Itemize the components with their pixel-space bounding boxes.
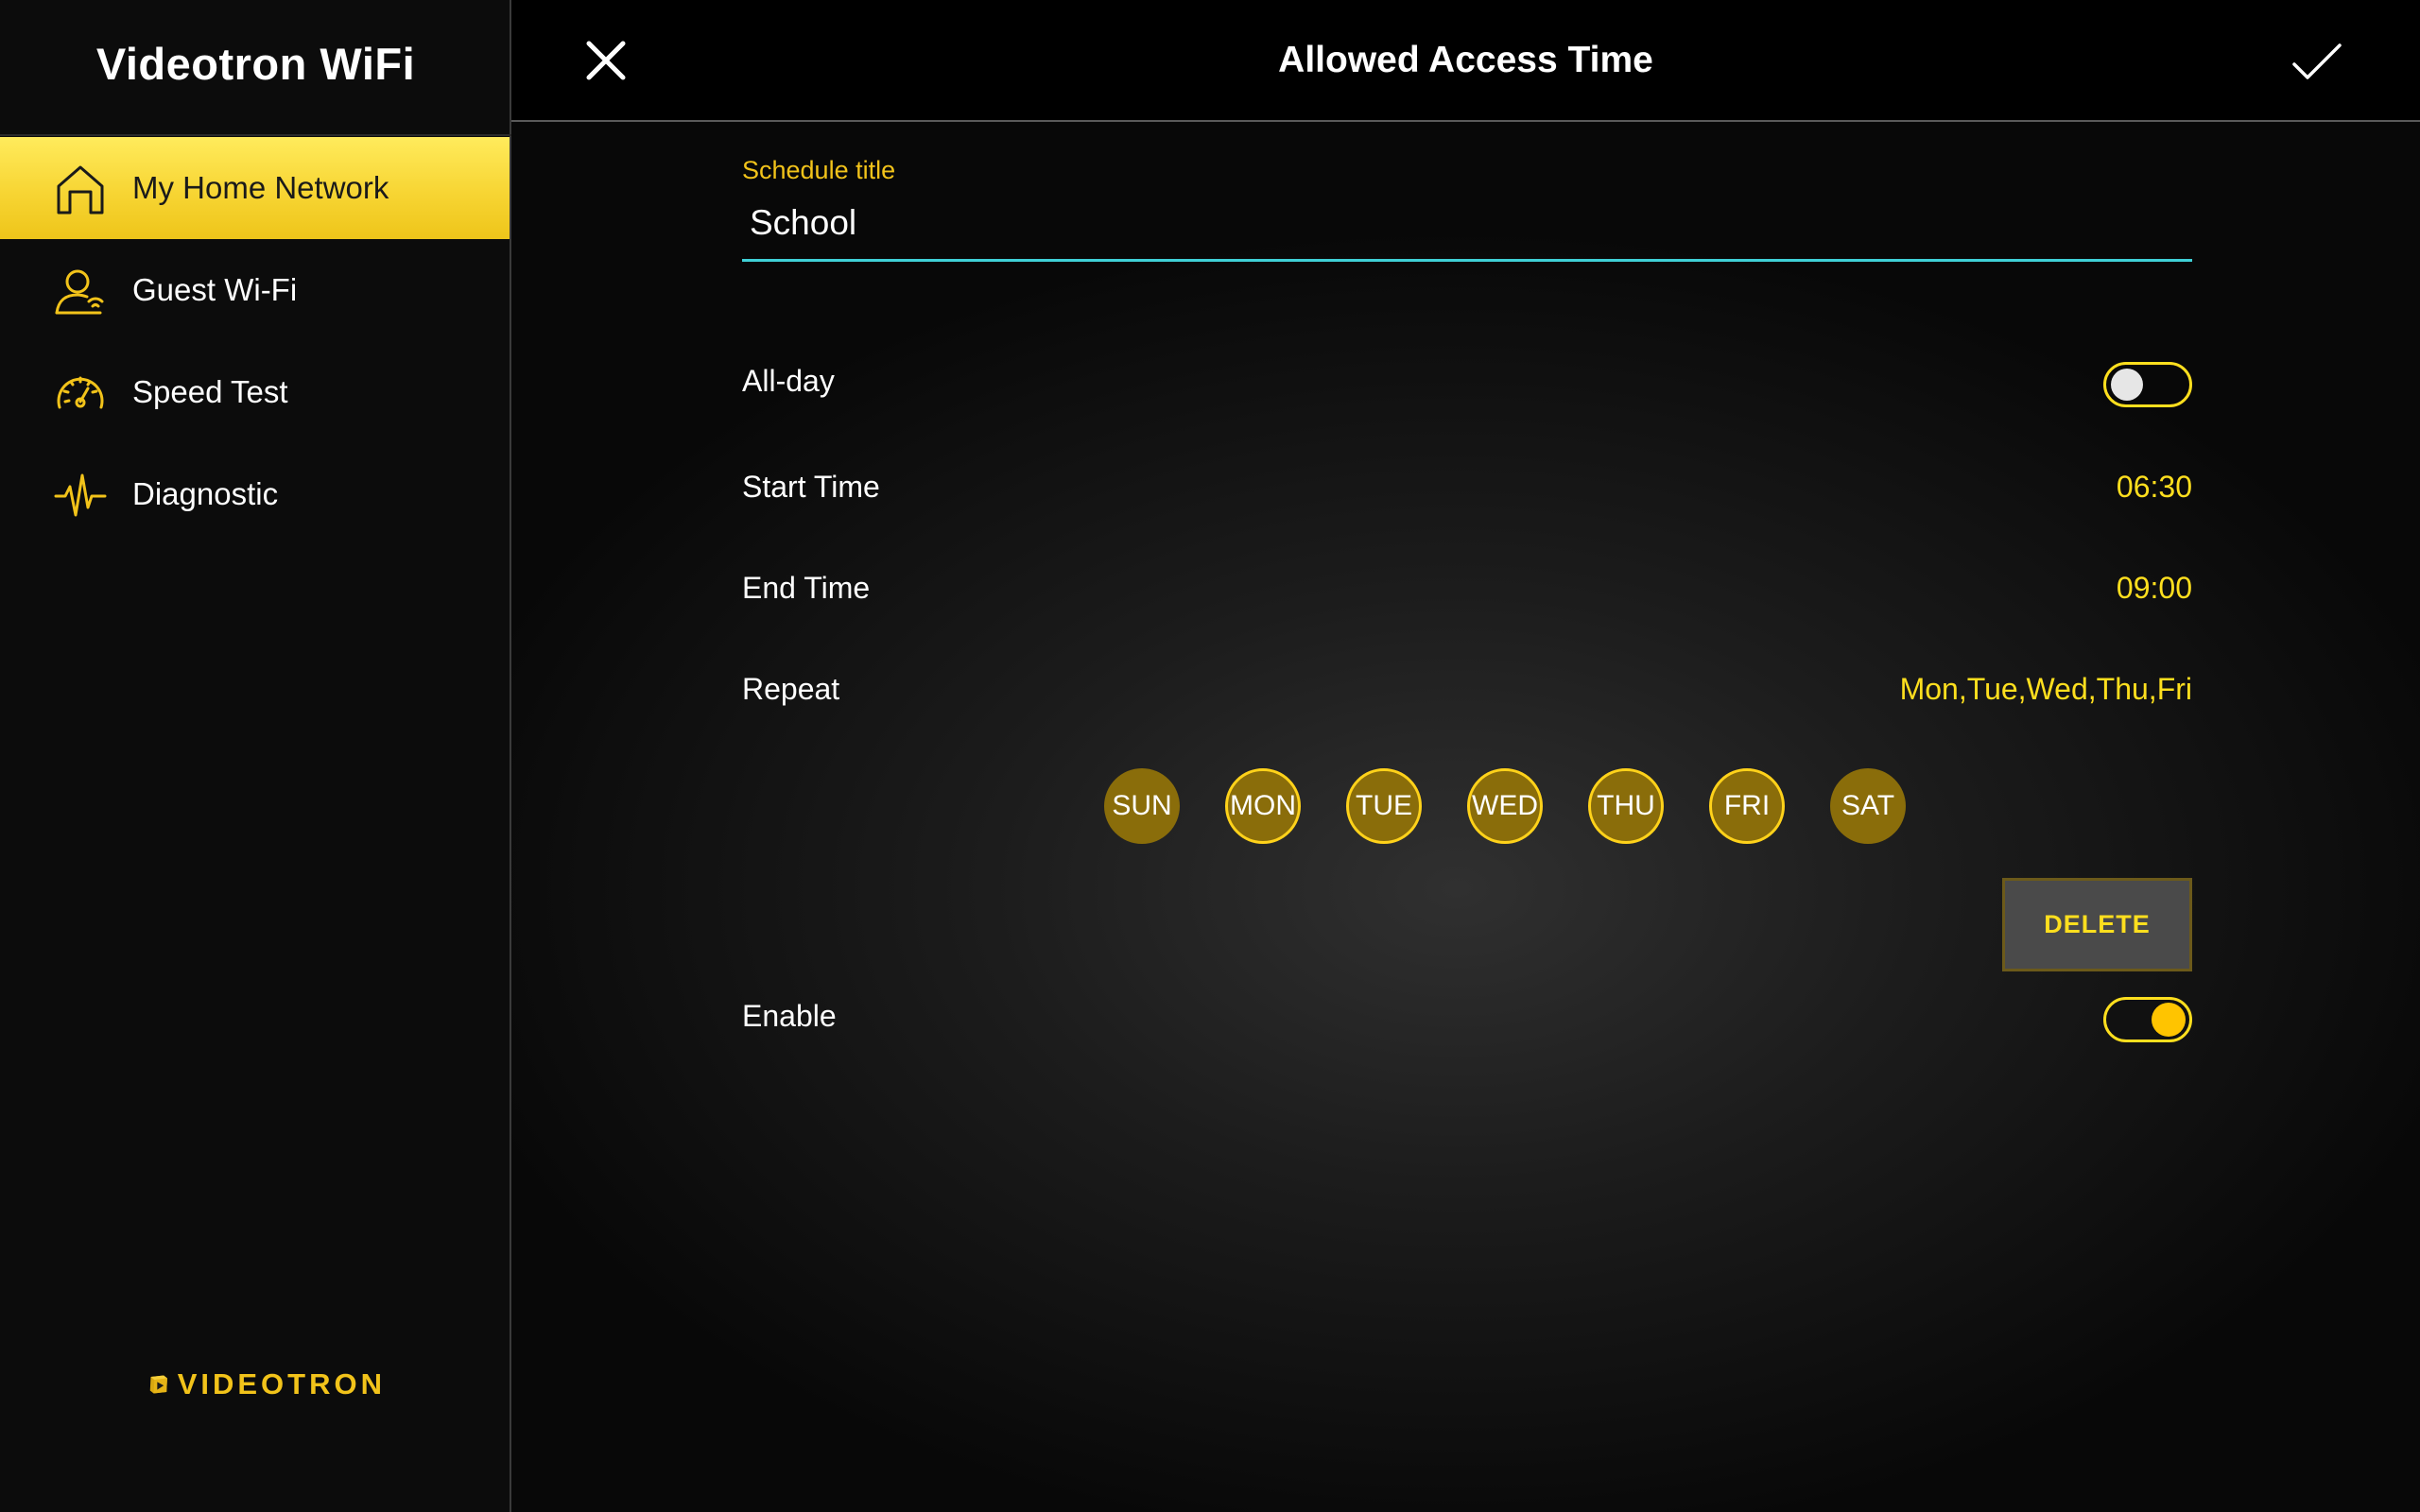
- toggle-knob: [2111, 369, 2143, 401]
- repeat-label: Repeat: [742, 672, 840, 706]
- sidebar-item-diagnostic[interactable]: Diagnostic: [0, 443, 510, 545]
- sidebar-divider: [0, 134, 511, 136]
- main-panel: Allowed Access Time Schedule title All-d…: [511, 0, 2420, 1512]
- videotron-logo-icon: [149, 1375, 167, 1394]
- guest-user-icon: [53, 264, 108, 318]
- sidebar-item-my-home-network[interactable]: My Home Network: [0, 137, 510, 239]
- sidebar-item-label: My Home Network: [132, 170, 389, 205]
- speedometer-icon: [53, 366, 108, 421]
- home-icon: [53, 162, 108, 216]
- sidebar-nav: My Home Network Guest Wi-Fi Speed Test D…: [0, 137, 510, 545]
- delete-button[interactable]: DELETE: [2002, 878, 2192, 971]
- day-fri[interactable]: FRI: [1709, 768, 1785, 844]
- day-thu[interactable]: THU: [1588, 768, 1664, 844]
- start-time-value[interactable]: 06:30: [2117, 470, 2192, 505]
- app-title: Videotron WiFi: [95, 39, 416, 89]
- end-time-value[interactable]: 09:00: [2117, 571, 2192, 606]
- sidebar-item-guest-wifi[interactable]: Guest Wi-Fi: [0, 239, 510, 341]
- start-time-label: Start Time: [742, 470, 880, 504]
- checkmark-icon: [2292, 43, 2342, 79]
- day-tue[interactable]: TUE: [1346, 768, 1422, 844]
- all-day-label: All-day: [742, 364, 835, 398]
- sidebar-item-label: Diagnostic: [132, 476, 279, 511]
- enable-toggle[interactable]: [2103, 997, 2192, 1042]
- day-sat[interactable]: SAT: [1830, 768, 1906, 844]
- sidebar-item-label: Guest Wi-Fi: [132, 272, 298, 307]
- day-sun[interactable]: SUN: [1104, 768, 1180, 844]
- day-mon[interactable]: MON: [1225, 768, 1301, 844]
- toggle-knob: [2152, 1003, 2186, 1037]
- sidebar-item-speed-test[interactable]: Speed Test: [0, 341, 510, 443]
- header-bar: Allowed Access Time: [511, 0, 2420, 122]
- day-selector: SUN MON TUE WED THU FRI SAT: [742, 768, 2192, 844]
- schedule-title-label: Schedule title: [742, 156, 896, 184]
- brand-wordmark: VIDEOTRON: [177, 1367, 386, 1400]
- repeat-value[interactable]: Mon,Tue,Wed,Thu,Fri: [1900, 672, 2192, 707]
- sidebar-item-label: Speed Test: [132, 374, 288, 409]
- schedule-title-input[interactable]: [742, 186, 2192, 262]
- sidebar: Videotron WiFi My Home Network Guest Wi-…: [0, 0, 511, 1512]
- pulse-icon: [53, 468, 108, 523]
- brand-logo: VIDEOTRON: [149, 1359, 386, 1410]
- enable-label: Enable: [742, 999, 837, 1033]
- page-title: Allowed Access Time: [1278, 40, 1653, 80]
- all-day-toggle[interactable]: [2103, 362, 2192, 407]
- end-time-label: End Time: [742, 571, 871, 605]
- day-wed[interactable]: WED: [1467, 768, 1543, 844]
- confirm-button[interactable]: [2289, 36, 2345, 87]
